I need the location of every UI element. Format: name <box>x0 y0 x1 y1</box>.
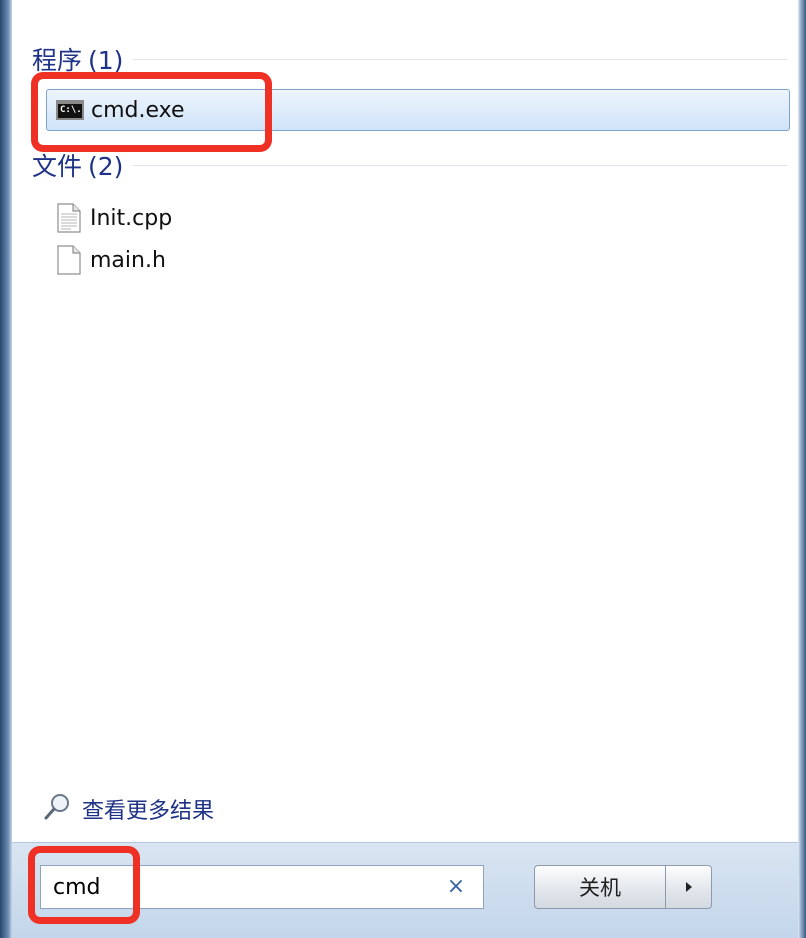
highlight-box-cmd-result <box>31 72 272 152</box>
highlight-box-search-input <box>28 846 140 924</box>
shutdown-options-button[interactable] <box>666 865 712 909</box>
shutdown-button[interactable]: 关机 <box>534 865 666 909</box>
group-divider-programs <box>133 58 788 60</box>
blank-file-icon <box>54 245 84 275</box>
group-count-files: (2) <box>88 152 124 181</box>
result-item-label: main.h <box>90 247 166 273</box>
group-divider-files <box>133 164 788 166</box>
group-count-programs: (1) <box>88 46 124 75</box>
group-header-files: 文件 (2) <box>32 147 788 183</box>
result-item-init-cpp[interactable]: Init.cpp <box>46 198 446 238</box>
clear-icon[interactable]: × <box>443 874 469 900</box>
magnifier-icon <box>42 792 72 826</box>
result-item-main-h[interactable]: main.h <box>46 240 446 280</box>
group-header-programs: 程序 (1) <box>32 44 788 75</box>
arrow-right-icon <box>684 878 694 897</box>
text-file-icon <box>54 203 84 233</box>
group-title-files: 文件 (2) <box>32 147 123 183</box>
see-more-results-label: 查看更多结果 <box>82 799 215 824</box>
shutdown-split-button: 关机 <box>534 865 714 909</box>
group-name-files: 文件 <box>32 152 83 181</box>
see-more-results-link[interactable]: 查看更多结果 <box>42 792 214 826</box>
result-item-label: Init.cpp <box>90 205 173 231</box>
group-name-programs: 程序 <box>32 46 83 75</box>
window-frame-right <box>798 0 806 938</box>
window-frame-left <box>0 0 12 938</box>
